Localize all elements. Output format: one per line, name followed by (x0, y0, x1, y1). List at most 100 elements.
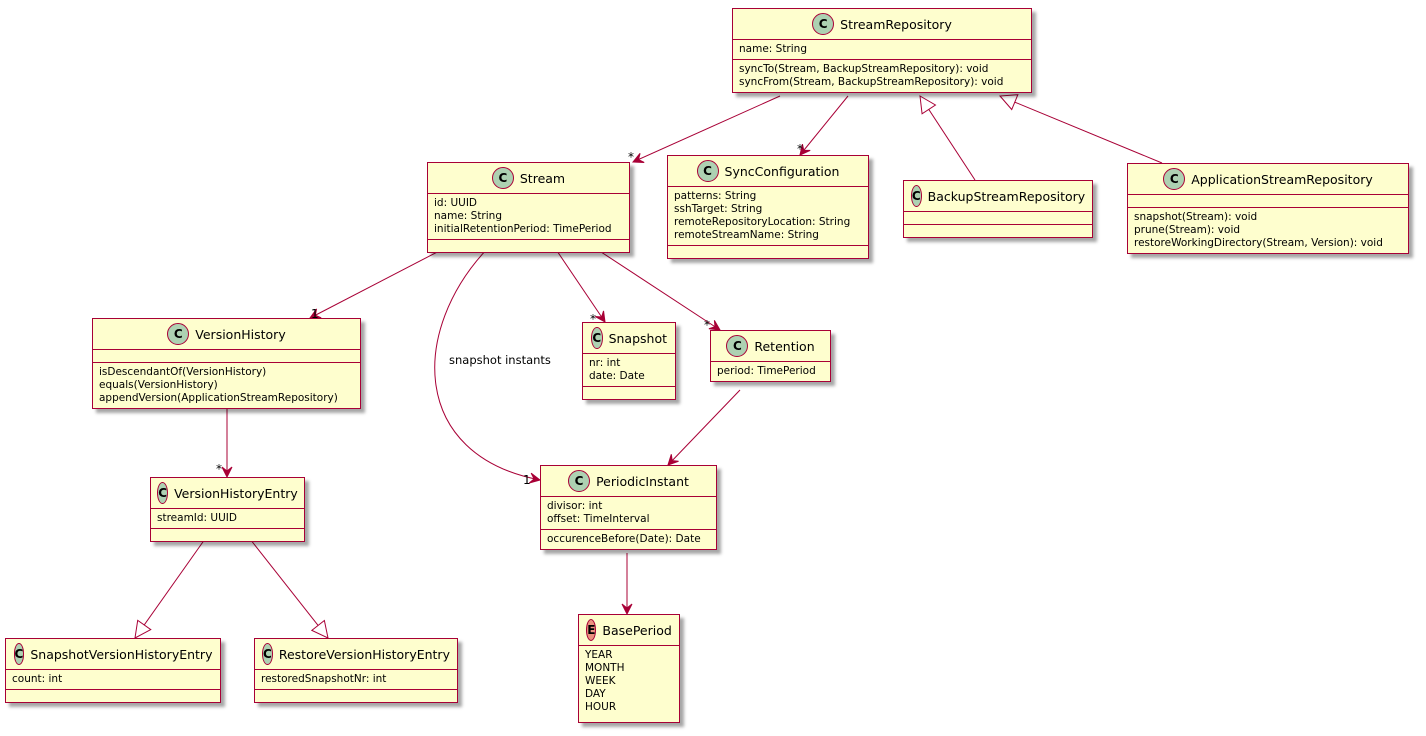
class-name: ApplicationStreamRepository (1191, 171, 1373, 187)
fields-section: period: TimePeriod (711, 361, 830, 381)
field: date: Date (589, 370, 645, 382)
association-edge (667, 389, 741, 466)
association-edge (799, 95, 849, 156)
field: nr: int (589, 357, 621, 369)
class-header: C BackupStreamRepository (904, 181, 1092, 211)
inheritance-arrowhead (998, 94, 1019, 111)
class-icon: C (157, 482, 169, 504)
fields-section: count: int (6, 669, 220, 689)
class-icon: C (910, 185, 922, 207)
association-edge (632, 95, 781, 163)
fields-section: restoredSnapshotNr: int (255, 669, 457, 689)
class-header: C SyncConfiguration (668, 156, 868, 186)
class-retention: C Retention period: TimePeriod (710, 330, 831, 382)
class-name: Stream (519, 170, 566, 186)
class-header: C VersionHistory (93, 319, 360, 349)
inheritance-arrowhead (310, 619, 329, 639)
methods-section (6, 689, 220, 702)
methods-section (668, 245, 868, 258)
class-icon: C (13, 643, 25, 665)
class-icon: C (726, 335, 749, 357)
class-name: VersionHistoryEntry (174, 485, 298, 501)
field: patterns: String (674, 190, 757, 202)
class-name: BackupStreamRepository (927, 188, 1086, 204)
field: period: TimePeriod (717, 365, 816, 377)
class-icon: C (167, 323, 190, 345)
class-icon: C (568, 470, 591, 492)
class-name: VersionHistory (195, 326, 286, 342)
class-icon: C (591, 327, 603, 349)
association-edge (594, 247, 721, 331)
class-version-history-entry: C VersionHistoryEntry streamId: UUID (150, 477, 305, 542)
multiplicity-label: 1 (523, 473, 531, 487)
class-icon: C (696, 160, 719, 182)
fields-section: streamId: UUID (151, 508, 304, 528)
field: restoredSnapshotNr: int (261, 673, 387, 685)
class-restore-version-history-entry: C RestoreVersionHistoryEntry restoredSnaps… (254, 638, 458, 703)
class-header: C Retention (711, 331, 830, 361)
field: divisor: int (547, 500, 603, 512)
class-base-period: E BasePeriod YEAR MONTH WEEK DAY HOUR (578, 614, 680, 723)
multiplicity-label: * (797, 142, 803, 156)
methods-section: isDescendantOf(VersionHistory) equals(Ver… (93, 362, 360, 408)
class-icon: C (812, 13, 835, 35)
methods-section: occurenceBefore(Date): Date (541, 529, 716, 549)
association-edge (309, 247, 446, 319)
class-name: BasePeriod (602, 622, 672, 638)
methods-section: snapshot(Stream): void prune(Stream): voi… (1128, 207, 1408, 253)
class-icon: C (262, 643, 273, 665)
fields-section: id: UUID name: String initialRetentionPeri… (428, 193, 629, 239)
relation-label: snapshot instants (449, 353, 551, 367)
class-icon: C (491, 167, 514, 189)
method: prune(Stream): void (1134, 224, 1241, 236)
class-name: Snapshot (608, 330, 667, 346)
class-periodic-instant: C PeriodicInstant divisor: int offset: Time… (540, 465, 717, 550)
method: syncTo(Stream, BackupStreamRepository): … (739, 63, 989, 75)
class-name: RestoreVersionHistoryEntry (278, 646, 450, 662)
association-arrowhead (708, 320, 721, 331)
class-header: C StreamRepository (733, 9, 1031, 39)
class-header: C Stream (428, 163, 629, 193)
multiplicity-label: * (590, 312, 596, 326)
field: YEAR (585, 649, 613, 661)
inheritance-arrowhead (134, 619, 152, 639)
class-sync-configuration: C SyncConfiguration patterns: String sshTar… (667, 155, 869, 259)
methods-section (428, 239, 629, 252)
fields-section: nr: int date: Date (583, 353, 675, 386)
class-header: C PeriodicInstant (541, 466, 716, 496)
inheritance-edge (249, 538, 329, 639)
field: DAY (585, 688, 606, 700)
class-snapshot: C Snapshot nr: int date: Date (582, 322, 676, 400)
fields-section: name: String (733, 39, 1031, 59)
field: count: int (12, 673, 63, 685)
association-edge (554, 247, 606, 323)
class-icon: C (1163, 168, 1186, 190)
field: sshTarget: String (674, 203, 763, 215)
fields-section (1128, 194, 1408, 207)
multiplicity-label: * (628, 150, 634, 164)
class-name: StreamRepository (840, 16, 952, 32)
enum-icon: E (586, 619, 597, 641)
class-header: C RestoreVersionHistoryEntry (255, 639, 457, 669)
field: name: String (434, 210, 502, 222)
method: occurenceBefore(Date): Date (547, 533, 701, 545)
fields-section (93, 349, 360, 362)
field: MONTH (585, 662, 625, 674)
method: equals(VersionHistory) (99, 379, 218, 391)
methods-section (151, 528, 304, 541)
fields-section: patterns: String sshTarget: String remoteR… (668, 186, 868, 245)
method: isDescendantOf(VersionHistory) (99, 366, 267, 378)
field: HOUR (585, 701, 617, 713)
class-name: Retention (754, 338, 815, 354)
class-name: PeriodicInstant (596, 473, 689, 489)
field: initialRetentionPeriod: TimePeriod (434, 223, 612, 235)
class-stream: C Stream id: UUID name: String initialRetent… (427, 162, 630, 253)
class-header: C ApplicationStreamRepository (1128, 164, 1408, 194)
inheritance-edge (134, 538, 206, 639)
class-header: C VersionHistoryEntry (151, 478, 304, 508)
method: syncFrom(Stream, BackupStreamRepository)… (739, 76, 1004, 88)
field: offset: TimeInterval (547, 513, 650, 525)
field: WEEK (585, 675, 616, 687)
field: remoteStreamName: String (674, 229, 819, 241)
class-backup-stream-repository: C BackupStreamRepository (903, 180, 1093, 238)
